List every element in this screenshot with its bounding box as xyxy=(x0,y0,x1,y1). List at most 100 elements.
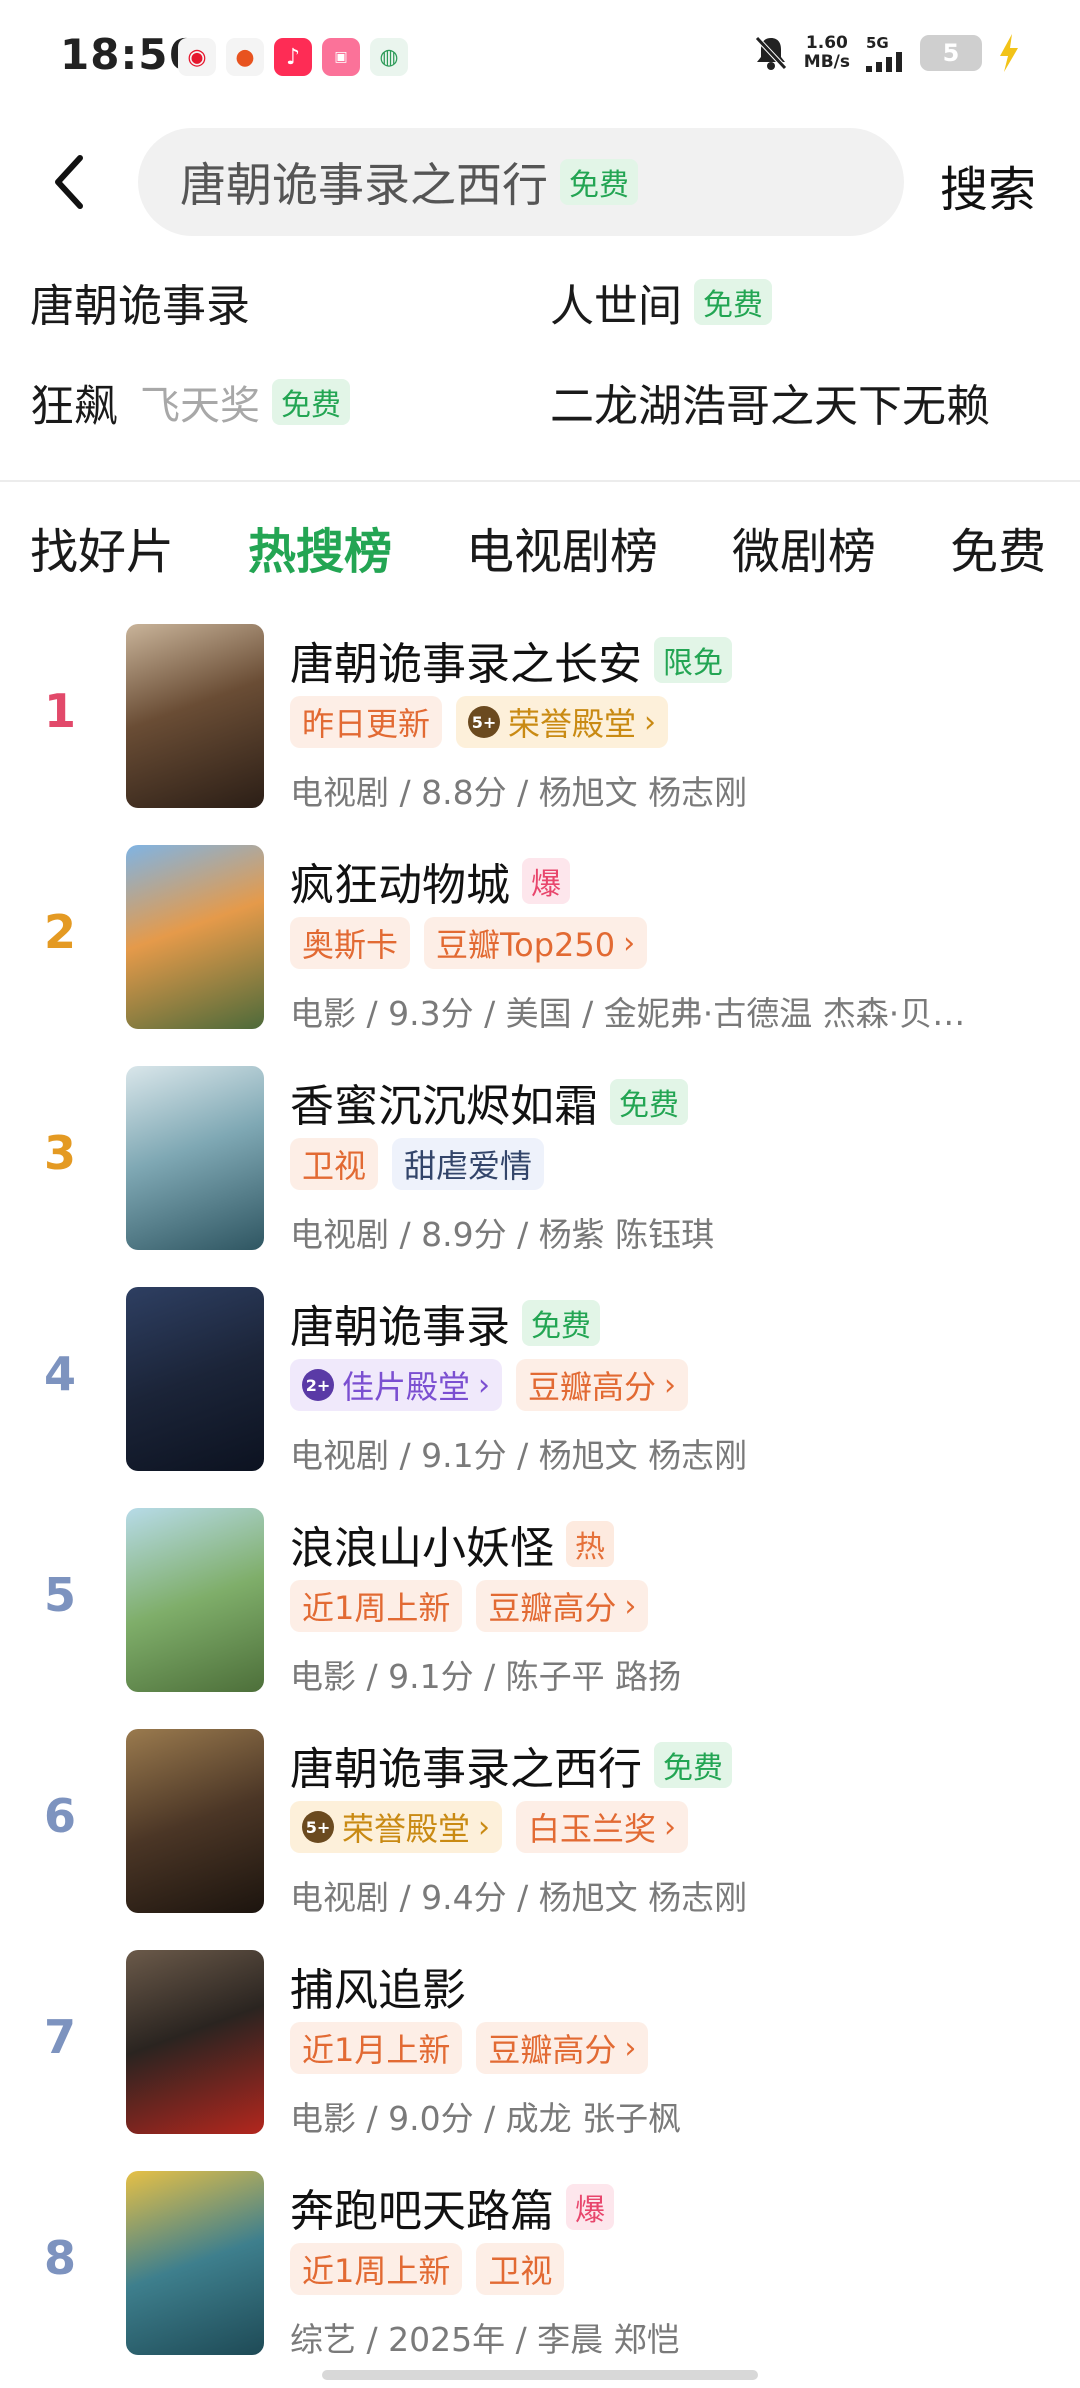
boom-tag: 爆 xyxy=(522,858,570,904)
search-free-tag: 免费 xyxy=(560,159,638,205)
badge-group: 5+ 荣誉殿堂 › 白玉兰奖 › xyxy=(290,1801,689,1853)
chevron-right-icon: › xyxy=(664,1367,677,1403)
search-query-text: 唐朝诡事录之西行 xyxy=(180,158,548,212)
list-item[interactable]: 2 疯狂动物城爆奥斯卡 豆瓣Top250 › 电影 / 9.3分 / 美国 / 金妮弗·… xyxy=(0,843,1080,1064)
list-item[interactable]: 1 唐朝诡事录之长安 限免 昨日更新 5+ 荣誉殿堂 › 电视剧 / 8.8分 / 杨旭文 杨… xyxy=(0,622,1080,843)
badge[interactable]: 豆瓣Top250 › xyxy=(424,917,648,969)
home-indicator[interactable] xyxy=(322,2370,758,2380)
badge[interactable]: 5+ 荣誉殿堂 › xyxy=(456,696,669,748)
poster-image[interactable] xyxy=(126,1508,264,1692)
badge[interactable]: 2+ 佳片殿堂 › xyxy=(290,1359,503,1411)
badge[interactable]: 5+ 荣誉殿堂 › xyxy=(290,1801,503,1853)
suggestion-item[interactable]: 狂飙 飞天奖 免费 xyxy=(30,370,350,434)
badge: 近1周上新 xyxy=(290,2243,463,2295)
badge: 近1周上新 xyxy=(290,1580,463,1632)
list-item[interactable]: 3 香蜜沉沉烬如霜 免费 卫视 甜虐爱情 电视剧 / 8.9分 / 杨紫 陈钰琪 xyxy=(0,1064,1080,1285)
badge-label: 近1月上新 xyxy=(302,2031,451,2069)
list-item[interactable]: 7 捕风追影 近1月上新 豆瓣高分 › 电影 / 9.0分 / 成龙 张子枫 xyxy=(0,1948,1080,2169)
douyin-icon: ♪ xyxy=(274,38,312,76)
item-meta: 电视剧 / 8.9分 / 杨紫 陈钰琪 xyxy=(290,1215,715,1254)
search-button[interactable]: 搜索 xyxy=(940,150,1036,220)
list-item[interactable]: 5 浪浪山小妖怪热近1周上新 豆瓣高分 › 电影 / 9.1分 / 陈子平 路扬 xyxy=(0,1506,1080,1727)
rank-number: 4 xyxy=(43,1347,76,1401)
status-right: 1.60 MB/s 5G 5 xyxy=(754,34,1020,72)
tab-hot-search[interactable]: 热搜榜 xyxy=(248,512,392,582)
chevron-right-icon: › xyxy=(623,925,636,961)
rank-number: 6 xyxy=(43,1789,76,1843)
title-line: 唐朝诡事录之西行 免费 xyxy=(290,1733,732,1797)
item-meta: 电视剧 / 8.8分 / 杨旭文 杨志刚 xyxy=(290,773,748,812)
badge-label: 豆瓣高分 xyxy=(488,2031,617,2069)
badge-label: 荣誉殿堂 xyxy=(342,1810,471,1848)
badge-label: 甜虐爱情 xyxy=(404,1147,533,1185)
free-tag: 免费 xyxy=(654,1742,732,1788)
badge: 昨日更新 xyxy=(290,696,443,748)
net-speed: 1.60 MB/s xyxy=(804,34,850,72)
chevron-right-icon: › xyxy=(478,1367,491,1403)
suggestion-item[interactable]: 人世间 免费 xyxy=(550,270,772,334)
list-item[interactable]: 4 唐朝诡事录 免费 2+ 佳片殿堂 › 豆瓣高分 › 电视剧 / 9.1分 / 杨旭文 杨志刚 xyxy=(0,1285,1080,1506)
medal-icon: 2+ xyxy=(302,1369,334,1401)
badge: 卫视 xyxy=(476,2243,565,2295)
list-item[interactable]: 6 唐朝诡事录之西行 免费 5+ 荣誉殿堂 › 白玉兰奖 › 电视剧 / 9.4分 / 杨旭文 … xyxy=(0,1727,1080,1948)
search-input[interactable]: 唐朝诡事录之西行 免费 xyxy=(138,128,904,236)
rank-number: 8 xyxy=(43,2231,76,2285)
weibo-icon: ◉ xyxy=(178,38,216,76)
tab-free[interactable]: 免费 xyxy=(950,512,1046,582)
suggestion-item[interactable]: 二龙湖浩哥之天下无赖 xyxy=(550,370,990,434)
poster-image[interactable] xyxy=(126,624,264,808)
item-meta: 电影 / 9.1分 / 陈子平 路扬 xyxy=(290,1657,682,1696)
list-item[interactable]: 8 奔跑吧天路篇爆近1周上新 卫视 综艺 / 2025年 / 李晨 郑恺 xyxy=(0,2169,1080,2388)
badge-group: 近1周上新 卫视 xyxy=(290,2243,565,2295)
badge-label: 豆瓣Top250 xyxy=(436,926,616,964)
title-line: 奔跑吧天路篇爆 xyxy=(290,2175,614,2239)
chevron-right-icon: › xyxy=(624,2030,637,2066)
badge[interactable]: 豆瓣高分 › xyxy=(476,2022,649,2074)
tab-find-good[interactable]: 找好片 xyxy=(30,512,174,582)
tab-micro-drama[interactable]: 微剧榜 xyxy=(732,512,876,582)
title-line: 疯狂动物城爆 xyxy=(290,849,570,913)
rank-number: 5 xyxy=(43,1568,76,1622)
chevron-right-icon: › xyxy=(478,1809,491,1845)
limited-tag: 限免 xyxy=(654,637,732,683)
status-app-icons: ◉ ● ♪ ▣ ◍ xyxy=(178,38,408,76)
poster-image[interactable] xyxy=(126,845,264,1029)
signal-icon xyxy=(866,52,902,72)
rank-number: 7 xyxy=(43,2010,76,2064)
badge[interactable]: 豆瓣高分 › xyxy=(476,1580,649,1632)
poster-image[interactable] xyxy=(126,1287,264,1471)
medal-icon: 5+ xyxy=(468,706,501,738)
item-title: 唐朝诡事录 xyxy=(290,1302,510,1353)
suggestion-label: 二龙湖浩哥之天下无赖 xyxy=(550,381,990,432)
badge-label: 佳片殿堂 xyxy=(342,1368,471,1406)
poster-image[interactable] xyxy=(126,1066,264,1250)
poster-image[interactable] xyxy=(126,2171,264,2355)
poster-image[interactable] xyxy=(126,1729,264,1913)
suggestion-label: 唐朝诡事录 xyxy=(30,281,250,332)
hot-tag: 热 xyxy=(566,1521,614,1567)
badge-group: 2+ 佳片殿堂 › 豆瓣高分 › xyxy=(290,1359,689,1411)
badge-group: 卫视 甜虐爱情 xyxy=(290,1138,545,1190)
suggestion-item[interactable]: 唐朝诡事录 xyxy=(30,270,250,334)
poster-image[interactable] xyxy=(126,1950,264,2134)
tab-tv-series[interactable]: 电视剧榜 xyxy=(466,512,658,582)
charging-bolt-icon xyxy=(1000,34,1018,72)
chevron-right-icon: › xyxy=(624,1588,637,1624)
rank-number: 3 xyxy=(43,1126,76,1180)
badge[interactable]: 豆瓣高分 › xyxy=(516,1359,689,1411)
item-meta: 电视剧 / 9.1分 / 杨旭文 杨志刚 xyxy=(290,1436,748,1475)
badge[interactable]: 白玉兰奖 › xyxy=(516,1801,689,1853)
badge-label: 卫视 xyxy=(302,1147,367,1185)
title-line: 浪浪山小妖怪热 xyxy=(290,1512,614,1576)
app-icon: ◍ xyxy=(370,38,408,76)
signal-group: 5G xyxy=(866,34,904,72)
item-meta: 电视剧 / 9.4分 / 杨旭文 杨志刚 xyxy=(290,1878,748,1917)
title-line: 香蜜沉沉烬如霜 免费 xyxy=(290,1070,688,1134)
net-speed-value: 1.60 xyxy=(805,33,848,53)
badge-label: 豆瓣高分 xyxy=(488,1589,617,1627)
badge-label: 昨日更新 xyxy=(302,705,431,743)
badge-label: 卫视 xyxy=(488,2252,553,2290)
badge-label: 近1周上新 xyxy=(302,1589,451,1627)
rank-number: 2 xyxy=(43,905,76,959)
back-button[interactable] xyxy=(44,152,94,212)
